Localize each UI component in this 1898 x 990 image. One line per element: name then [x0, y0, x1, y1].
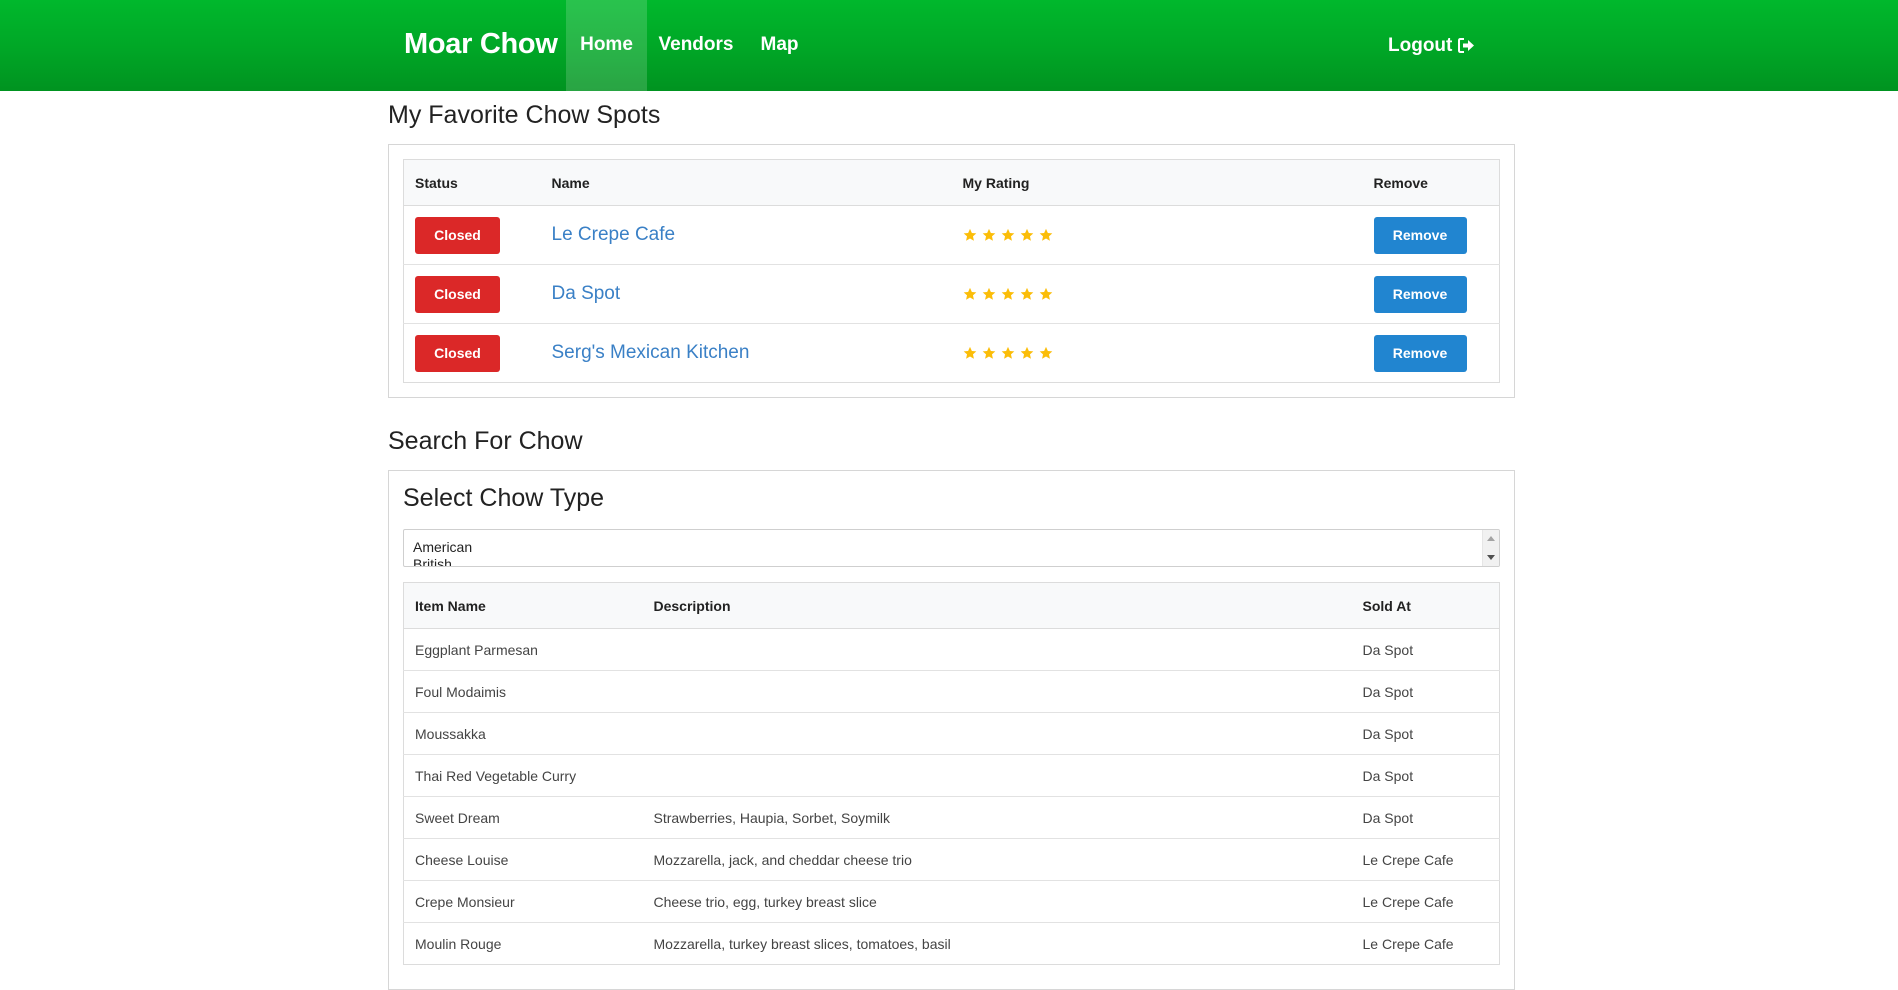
remove-button[interactable]: Remove — [1373, 334, 1467, 372]
item-row: Cheese Louise Mozzarella, jack, and chedd… — [403, 838, 1500, 881]
star-icon[interactable] — [963, 287, 977, 301]
item-row: Thai Red Vegetable Curry Da Spot — [403, 754, 1500, 797]
rating-stars[interactable] — [963, 228, 1363, 242]
items-header-row: Item Name Description Sold At — [403, 582, 1500, 629]
scroll-up-arrow-icon[interactable] — [1487, 536, 1495, 541]
item-description — [642, 628, 1352, 671]
status-badge: Closed — [415, 334, 500, 372]
item-name: Moulin Rouge — [403, 922, 643, 965]
header-sold-at: Sold At — [1351, 582, 1500, 629]
star-icon[interactable] — [1039, 287, 1053, 301]
header-status: Status — [403, 159, 541, 206]
item-description: Cheese trio, egg, turkey breast slice — [642, 880, 1352, 923]
header-item-name: Item Name — [403, 582, 643, 629]
rating-stars[interactable] — [963, 346, 1363, 360]
remove-button[interactable]: Remove — [1373, 216, 1467, 254]
item-description: Mozzarella, turkey breast slices, tomato… — [642, 922, 1352, 965]
rating-stars[interactable] — [963, 287, 1363, 301]
item-sold-at: Da Spot — [1351, 712, 1500, 755]
item-row: Crepe Monsieur Cheese trio, egg, turkey b… — [403, 880, 1500, 923]
favorites-header-row: Status Name My Rating Remove — [403, 159, 1500, 206]
item-name: Sweet Dream — [403, 796, 643, 839]
header-name: Name — [540, 159, 952, 206]
item-sold-at: Le Crepe Cafe — [1351, 880, 1500, 923]
star-icon[interactable] — [1001, 287, 1015, 301]
item-row: Eggplant Parmesan Da Spot — [403, 628, 1500, 671]
nav-home[interactable]: Home — [566, 0, 647, 91]
logout-label: Logout — [1388, 35, 1453, 56]
scroll-down-arrow-icon[interactable] — [1487, 555, 1495, 560]
brand-logo[interactable]: Moar Chow — [404, 0, 558, 91]
search-panel: Select Chow Type American British Item N… — [388, 470, 1515, 990]
item-description — [642, 712, 1352, 755]
favorites-table: Status Name My Rating Remove Closed Le Cr… — [403, 159, 1500, 383]
item-sold-at: Da Spot — [1351, 670, 1500, 713]
sign-out-icon — [1458, 38, 1475, 53]
item-row: Sweet Dream Strawberries, Haupia, Sorbet,… — [403, 796, 1500, 839]
status-badge: Closed — [415, 275, 500, 313]
star-icon[interactable] — [982, 287, 996, 301]
favorites-panel: Status Name My Rating Remove Closed Le Cr… — [388, 144, 1515, 398]
item-name: Cheese Louise — [403, 838, 643, 881]
item-name: Moussakka — [403, 712, 643, 755]
star-icon[interactable] — [1001, 228, 1015, 242]
item-description: Mozzarella, jack, and cheddar cheese tri… — [642, 838, 1352, 881]
favorite-row: Closed Serg's Mexican Kitchen Remove — [403, 323, 1500, 383]
item-name: Eggplant Parmesan — [403, 628, 643, 671]
search-title: Search For Chow — [388, 427, 583, 455]
item-description — [642, 754, 1352, 797]
star-icon[interactable] — [1020, 346, 1034, 360]
star-icon[interactable] — [963, 346, 977, 360]
chow-type-select[interactable]: American British — [403, 529, 1500, 567]
remove-button[interactable]: Remove — [1373, 275, 1467, 313]
star-icon[interactable] — [1039, 346, 1053, 360]
item-sold-at: Da Spot — [1351, 796, 1500, 839]
item-sold-at: Da Spot — [1351, 628, 1500, 671]
chow-type-option[interactable]: American — [413, 539, 472, 555]
status-badge: Closed — [415, 216, 500, 254]
spot-name-link[interactable]: Le Crepe Cafe — [552, 224, 676, 245]
star-icon[interactable] — [982, 346, 996, 360]
spot-name-link[interactable]: Serg's Mexican Kitchen — [552, 342, 750, 363]
item-sold-at: Le Crepe Cafe — [1351, 838, 1500, 881]
star-icon[interactable] — [1001, 346, 1015, 360]
favorites-title: My Favorite Chow Spots — [388, 101, 661, 129]
item-row: Moulin Rouge Mozzarella, turkey breast sl… — [403, 922, 1500, 965]
item-name: Foul Modaimis — [403, 670, 643, 713]
star-icon[interactable] — [1020, 287, 1034, 301]
star-icon[interactable] — [963, 228, 977, 242]
header-rating: My Rating — [951, 159, 1363, 206]
item-description: Strawberries, Haupia, Sorbet, Soymilk — [642, 796, 1352, 839]
item-row: Foul Modaimis Da Spot — [403, 670, 1500, 713]
item-row: Moussakka Da Spot — [403, 712, 1500, 755]
star-icon[interactable] — [982, 228, 996, 242]
chow-type-option[interactable]: British — [413, 556, 452, 566]
favorite-row: Closed Le Crepe Cafe Remove — [403, 205, 1500, 265]
item-description — [642, 670, 1352, 713]
header-description: Description — [642, 582, 1352, 629]
item-sold-at: Da Spot — [1351, 754, 1500, 797]
item-name: Crepe Monsieur — [403, 880, 643, 923]
item-sold-at: Le Crepe Cafe — [1351, 922, 1500, 965]
favorite-row: Closed Da Spot Remove — [403, 264, 1500, 324]
header-remove: Remove — [1362, 159, 1500, 206]
nav-vendors[interactable]: Vendors — [647, 0, 745, 91]
star-icon[interactable] — [1039, 228, 1053, 242]
chow-type-title: Select Chow Type — [403, 484, 605, 512]
items-table: Item Name Description Sold At Eggplant P… — [403, 582, 1500, 965]
spot-name-link[interactable]: Da Spot — [552, 283, 621, 304]
select-scrollbar[interactable] — [1482, 530, 1499, 566]
star-icon[interactable] — [1020, 228, 1034, 242]
item-name: Thai Red Vegetable Curry — [403, 754, 643, 797]
nav-map[interactable]: Map — [745, 0, 814, 91]
top-navbar: Moar Chow Home Vendors Map Logout — [0, 0, 1898, 91]
logout-button[interactable]: Logout — [1388, 0, 1475, 91]
